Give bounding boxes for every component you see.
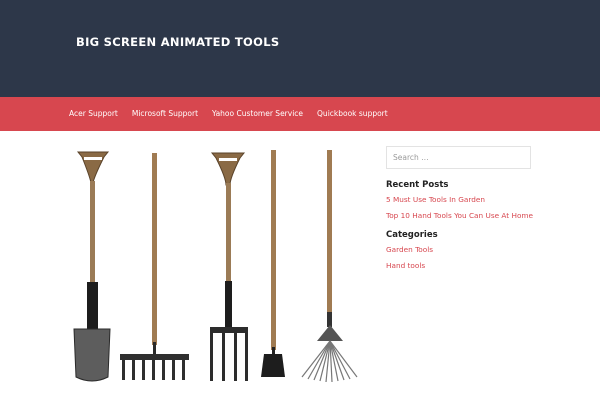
sidebar: Recent Posts 5 Must Use Tools In Garden …	[386, 145, 533, 278]
nav-item-acer-support[interactable]: Acer Support	[62, 109, 125, 118]
hoe-tool	[261, 150, 285, 377]
main-navigation: Acer Support Microsoft Support Yahoo Cus…	[0, 97, 600, 131]
nav-item-microsoft-support[interactable]: Microsoft Support	[125, 109, 205, 118]
category-link-garden-tools[interactable]: Garden Tools	[386, 246, 531, 254]
site-header: BIG SCREEN ANIMATED TOOLS	[0, 0, 600, 97]
nav-item-quickbook-support[interactable]: Quickbook support	[310, 109, 395, 118]
garden-tools-illustration	[73, 150, 358, 383]
leaf-rake-tool	[301, 150, 358, 383]
category-link-hand-tools[interactable]: Hand tools	[386, 262, 531, 270]
search-input[interactable]	[386, 146, 531, 169]
spade-tool	[73, 151, 111, 382]
garden-tools-image	[70, 147, 366, 387]
recent-post-link[interactable]: Top 10 Hand Tools You Can Use At Home	[386, 212, 533, 220]
recent-post-link[interactable]: 5 Must Use Tools In Garden	[386, 196, 531, 204]
recent-posts-title: Recent Posts	[386, 180, 449, 190]
nav-list: Acer Support Microsoft Support Yahoo Cus…	[62, 97, 395, 131]
nav-item-yahoo-customer-service[interactable]: Yahoo Customer Service	[205, 109, 310, 118]
site-title-link[interactable]: BIG SCREEN ANIMATED TOOLS	[76, 35, 279, 49]
fork-tool	[210, 152, 248, 381]
rake-tool	[120, 153, 189, 380]
categories-title: Categories	[386, 230, 438, 240]
